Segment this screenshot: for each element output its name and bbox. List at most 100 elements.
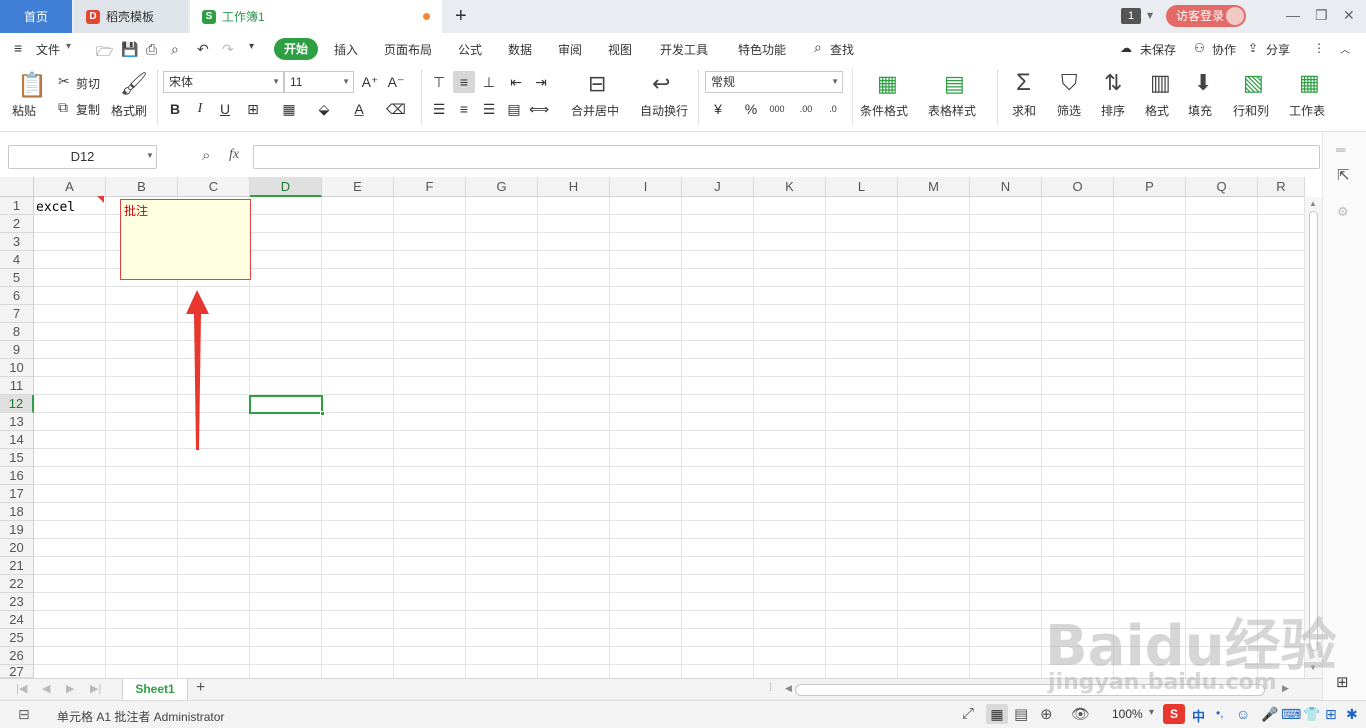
ime-punct-icon[interactable]: •, [1216, 706, 1224, 720]
row-header-24[interactable]: 24 [0, 611, 34, 629]
selected-cell-d12[interactable] [249, 395, 325, 416]
ime-grid-icon[interactable]: ⊞ [1325, 706, 1337, 723]
menu-start[interactable]: 开始 [274, 38, 318, 60]
font-name-select[interactable]: 宋体 ▼ [163, 71, 284, 93]
window-count-badge[interactable]: 1 [1121, 8, 1141, 24]
collab-button[interactable]: 协作 [1212, 41, 1236, 58]
align-top-icon[interactable]: ⊤ [428, 71, 450, 93]
ime-emoji-icon[interactable]: ☺ [1236, 706, 1250, 722]
menu-insert[interactable]: 插入 [334, 41, 358, 58]
fill-button[interactable]: 填充 [1188, 102, 1212, 119]
font-color-icon[interactable]: A [348, 98, 370, 120]
row-header-7[interactable]: 7 [0, 305, 34, 323]
column-header-l[interactable]: L [826, 177, 898, 197]
menu-review[interactable]: 审阅 [558, 41, 582, 58]
column-header-i[interactable]: I [610, 177, 682, 197]
undo-icon[interactable]: ↶ [197, 41, 209, 58]
format-button[interactable]: 格式 [1145, 102, 1169, 119]
column-header-g[interactable]: G [466, 177, 538, 197]
scroll-up-icon[interactable]: ▲ [1309, 199, 1317, 208]
row-header-22[interactable]: 22 [0, 575, 34, 593]
fill-style-icon[interactable]: ▦ [278, 98, 300, 120]
auto-wrap-button[interactable]: 自动换行 [640, 102, 688, 119]
comment-text[interactable]: 批注 [124, 202, 148, 219]
menu-formula[interactable]: 公式 [458, 41, 482, 58]
menu-developer[interactable]: 开发工具 [660, 41, 708, 58]
unsaved-status[interactable]: 未保存 [1140, 41, 1176, 58]
font-size-select[interactable]: 11 ▼ [284, 71, 354, 93]
window-menu-icon[interactable]: ▾ [1147, 8, 1153, 22]
row-header-23[interactable]: 23 [0, 593, 34, 611]
sort-button[interactable]: 排序 [1101, 102, 1125, 119]
column-header-c[interactable]: C [178, 177, 250, 197]
zoom-search-icon[interactable]: ⌕ [202, 147, 210, 164]
share-button[interactable]: 分享 [1266, 41, 1290, 58]
paste-button[interactable]: 粘贴 [12, 102, 36, 119]
scroll-right-icon[interactable]: ▶ [1282, 683, 1289, 694]
prev-sheet-icon[interactable]: ◀ [42, 682, 50, 695]
normal-view-icon[interactable]: ▦ [986, 704, 1008, 724]
zoom-chevron-down-icon[interactable]: ▾ [1149, 707, 1154, 718]
menu-data[interactable]: 数据 [508, 41, 532, 58]
zoom-level[interactable]: 100% [1112, 707, 1143, 721]
tab-workbook[interactable]: S 工作簿1 [190, 0, 442, 33]
underline-icon[interactable]: U [214, 98, 236, 120]
column-header-e[interactable]: E [322, 177, 394, 197]
close-icon[interactable]: ✕ [1343, 7, 1355, 24]
column-header-m[interactable]: M [898, 177, 970, 197]
collapse-ribbon-icon[interactable]: ︿ [1340, 41, 1350, 56]
merge-center-button[interactable]: 合并居中 [571, 102, 619, 119]
clear-icon[interactable]: ⌫ [385, 98, 407, 120]
sum-icon[interactable]: Σ [1016, 69, 1031, 97]
align-left-icon[interactable]: ☰ [428, 98, 450, 120]
name-box-chevron-down-icon[interactable]: ▼ [146, 151, 154, 160]
fill-down-icon[interactable]: ⬇ [1194, 70, 1212, 96]
worksheet-button[interactable]: 工作表 [1289, 102, 1325, 119]
format-icon[interactable]: ▥ [1150, 70, 1171, 96]
search-icon[interactable]: ⌕ [814, 39, 822, 56]
vertical-scroll-thumb[interactable] [1309, 211, 1318, 651]
row-header-25[interactable]: 25 [0, 629, 34, 647]
row-header-8[interactable]: 8 [0, 323, 34, 341]
decrease-font-icon[interactable]: A⁻ [385, 71, 407, 93]
conditional-format-icon[interactable]: ▦ [877, 71, 898, 97]
column-header-b[interactable]: B [106, 177, 178, 197]
thousands-icon[interactable]: 000 [766, 98, 788, 120]
file-menu[interactable]: 文件 [36, 41, 60, 58]
add-sheet-plus-icon[interactable]: + [196, 679, 205, 697]
row-header-10[interactable]: 10 [0, 359, 34, 377]
format-painter-icon[interactable]: 🖌 [120, 71, 148, 97]
merge-center-icon[interactable]: ⊟ [588, 71, 606, 97]
conditional-format-button[interactable]: 条件格式 [860, 102, 908, 119]
ime-keyboard-icon[interactable]: ⌨ [1281, 706, 1301, 723]
sum-button[interactable]: 求和 [1012, 102, 1036, 119]
page-layout-view-icon[interactable]: ⊕ [1040, 705, 1053, 723]
paste-icon[interactable]: 📋 [17, 71, 47, 100]
row-header-21[interactable]: 21 [0, 557, 34, 575]
column-header-r[interactable]: R [1258, 177, 1305, 197]
panel-collapse-icon[interactable]: ═ [1336, 142, 1345, 157]
currency-icon[interactable]: ¥ [707, 98, 729, 120]
row-header-3[interactable]: 3 [0, 233, 34, 251]
row-header-1[interactable]: 1 [0, 197, 34, 215]
file-chevron-down-icon[interactable]: ▾ [66, 41, 71, 52]
row-header-14[interactable]: 14 [0, 431, 34, 449]
row-header-13[interactable]: 13 [0, 413, 34, 431]
reading-mode-icon[interactable]: 👁 [1071, 705, 1090, 723]
outdent-icon[interactable]: ⇤ [505, 71, 527, 93]
row-header-18[interactable]: 18 [0, 503, 34, 521]
select-all-corner[interactable] [0, 177, 34, 197]
increase-font-icon[interactable]: A⁺ [359, 71, 381, 93]
row-header-2[interactable]: 2 [0, 215, 34, 233]
filter-button[interactable]: 筛选 [1057, 102, 1081, 119]
distribute-icon[interactable]: ⟺ [528, 98, 550, 120]
next-sheet-icon[interactable]: ▶ [66, 682, 74, 695]
bold-icon[interactable]: B [164, 98, 186, 120]
row-header-5[interactable]: 5 [0, 269, 34, 287]
save-icon[interactable]: 💾 [121, 41, 138, 58]
row-header-11[interactable]: 11 [0, 377, 34, 395]
border-icon[interactable]: ⊞ [242, 98, 264, 120]
fullscreen-icon[interactable]: ⤢ [962, 705, 974, 722]
page-break-view-icon[interactable]: ▤ [1014, 705, 1028, 723]
row-header-26[interactable]: 26 [0, 647, 34, 665]
